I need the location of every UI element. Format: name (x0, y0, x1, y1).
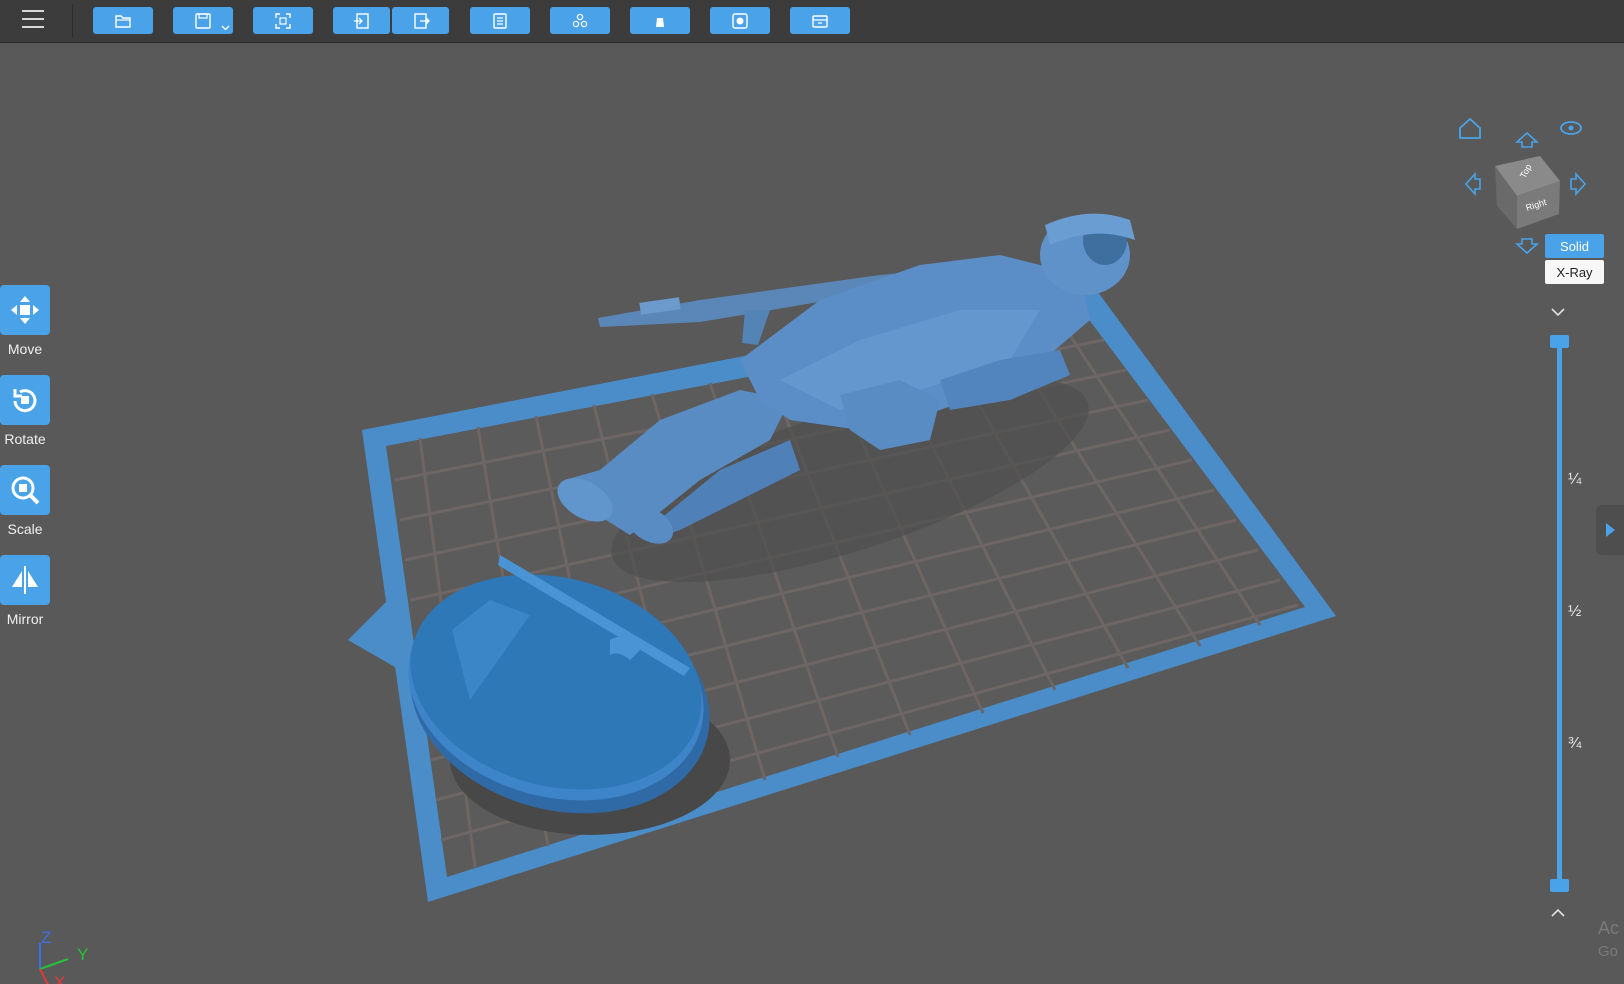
mirror-tool[interactable]: Mirror (0, 555, 50, 627)
move-tool[interactable]: Move (0, 285, 50, 357)
scale-tool[interactable]: Scale (0, 465, 50, 537)
import-button[interactable] (333, 7, 390, 34)
mirror-tool-label: Mirror (6, 611, 44, 627)
rotate-left-icon[interactable] (1464, 171, 1481, 197)
hamburger-icon[interactable] (22, 10, 44, 30)
export-button[interactable] (392, 7, 449, 34)
slider-three-quarter-label: ¾ (1568, 735, 1582, 752)
save-icon (195, 12, 211, 29)
slider-expand-icon[interactable] (1551, 908, 1565, 917)
move-tool-label: Move (7, 341, 43, 357)
open-file-button[interactable] (93, 7, 153, 34)
scene-canvas[interactable] (0, 43, 1624, 984)
home-icon[interactable] (1459, 117, 1481, 139)
import-icon (353, 12, 369, 29)
slice-button[interactable] (790, 7, 850, 34)
solid-mode-button[interactable]: Solid (1545, 234, 1604, 258)
rotate-tool[interactable]: Rotate (0, 375, 50, 447)
fit-view-button[interactable] (253, 7, 313, 34)
3d-viewport[interactable]: Move Rotate Scale Mirror Z Y X Top Right… (0, 43, 1624, 984)
list-icon (493, 12, 507, 29)
x-axis-label: X (54, 973, 66, 984)
slider-collapse-icon[interactable] (1551, 308, 1565, 317)
rotate-icon (0, 375, 50, 425)
y-axis-label: Y (77, 945, 89, 964)
arrange-icon (572, 13, 588, 27)
scale-icon (0, 465, 50, 515)
app-window: Move Rotate Scale Mirror Z Y X Top Right… (0, 0, 1624, 984)
chevron-down-icon (221, 25, 230, 31)
support-button[interactable] (630, 7, 690, 34)
layer-slider-bottom-handle[interactable] (1550, 879, 1569, 892)
rotate-down-icon[interactable] (1514, 238, 1540, 255)
fit-view-icon (275, 12, 291, 29)
layer-slider-track[interactable] (1557, 340, 1562, 886)
rotate-right-icon[interactable] (1570, 171, 1587, 197)
rotate-tool-label: Rotate (4, 431, 46, 447)
top-toolbar (0, 0, 1624, 43)
hollow-button[interactable] (710, 7, 770, 34)
activation-watermark-line1: Ac (1598, 918, 1620, 938)
toolbar-divider (72, 4, 73, 38)
save-button[interactable] (173, 7, 233, 34)
slider-half-label: ½ (1568, 603, 1582, 620)
xray-mode-button[interactable]: X-Ray (1545, 260, 1604, 284)
rotate-up-icon[interactable] (1514, 131, 1540, 148)
printer-icon (812, 14, 828, 28)
support-icon (656, 13, 664, 27)
scale-tool-label: Scale (7, 521, 43, 537)
folder-icon (115, 14, 131, 28)
layer-slider-top-handle[interactable] (1550, 335, 1569, 348)
slider-quarter-label: ¼ (1568, 471, 1582, 488)
axis-gizmo: Z Y X (30, 928, 100, 984)
hollow-icon (732, 12, 748, 29)
chevron-right-icon (1606, 523, 1615, 537)
eye-icon[interactable] (1560, 121, 1582, 135)
layers-button[interactable] (470, 7, 530, 34)
arrange-button[interactable] (550, 7, 610, 34)
export-icon (413, 12, 430, 29)
side-panel-toggle[interactable] (1596, 505, 1624, 555)
activation-watermark-line2: Go (1598, 943, 1619, 960)
mirror-icon (0, 555, 50, 605)
z-axis-label: Z (41, 928, 52, 947)
move-icon (0, 285, 50, 335)
